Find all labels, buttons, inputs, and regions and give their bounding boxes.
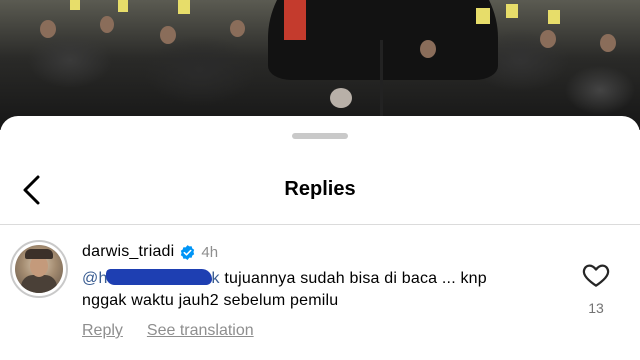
page-title: Replies <box>284 178 356 200</box>
comment-actions: Reply See translation <box>82 322 254 340</box>
yellow-sign <box>118 0 128 12</box>
mention-prefix: @h <box>82 270 108 287</box>
comment-line-1: tujuannya sudah bisa di baca ... knp <box>219 270 487 287</box>
mention-tail: k <box>211 270 220 287</box>
username[interactable]: darwis_triadi <box>82 243 174 261</box>
avatar[interactable] <box>10 240 68 298</box>
redaction-scribble <box>105 269 212 285</box>
person-head <box>40 20 56 38</box>
red-sign <box>284 0 306 40</box>
person-head <box>330 88 352 108</box>
person-head <box>600 34 616 52</box>
yellow-sign <box>70 0 80 10</box>
person-head <box>540 30 556 48</box>
avatar-body <box>21 275 57 293</box>
verified-badge-icon <box>181 244 195 260</box>
header-divider <box>0 224 640 225</box>
yellow-sign <box>548 10 560 24</box>
avatar-image <box>15 245 63 293</box>
heart-outline-icon <box>582 264 610 287</box>
yellow-sign <box>178 0 190 14</box>
comment-line-2: nggak waktu jauh2 sebelum pemilu <box>82 292 339 309</box>
yellow-sign <box>506 4 518 18</box>
see-translation-button[interactable]: See translation <box>147 322 254 340</box>
background-photo <box>0 0 640 130</box>
mention-link[interactable]: @h k <box>82 269 220 287</box>
person-head <box>420 40 436 58</box>
person-head <box>100 16 114 33</box>
sheet-grabber[interactable] <box>292 133 348 139</box>
yellow-sign <box>476 8 490 24</box>
avatar-hat <box>25 249 53 259</box>
person-head <box>230 20 245 37</box>
reply-button[interactable]: Reply <box>82 322 123 340</box>
comment-header: darwis_triadi 4h <box>82 243 218 261</box>
umbrella-pole <box>380 40 383 120</box>
comment-text: @h k tujuannya sudah bisa di baca ... knp… <box>82 268 552 312</box>
like-button[interactable] <box>581 260 611 290</box>
like-count: 13 <box>588 300 604 316</box>
comment-timestamp: 4h <box>201 243 219 261</box>
person-head <box>160 26 176 44</box>
